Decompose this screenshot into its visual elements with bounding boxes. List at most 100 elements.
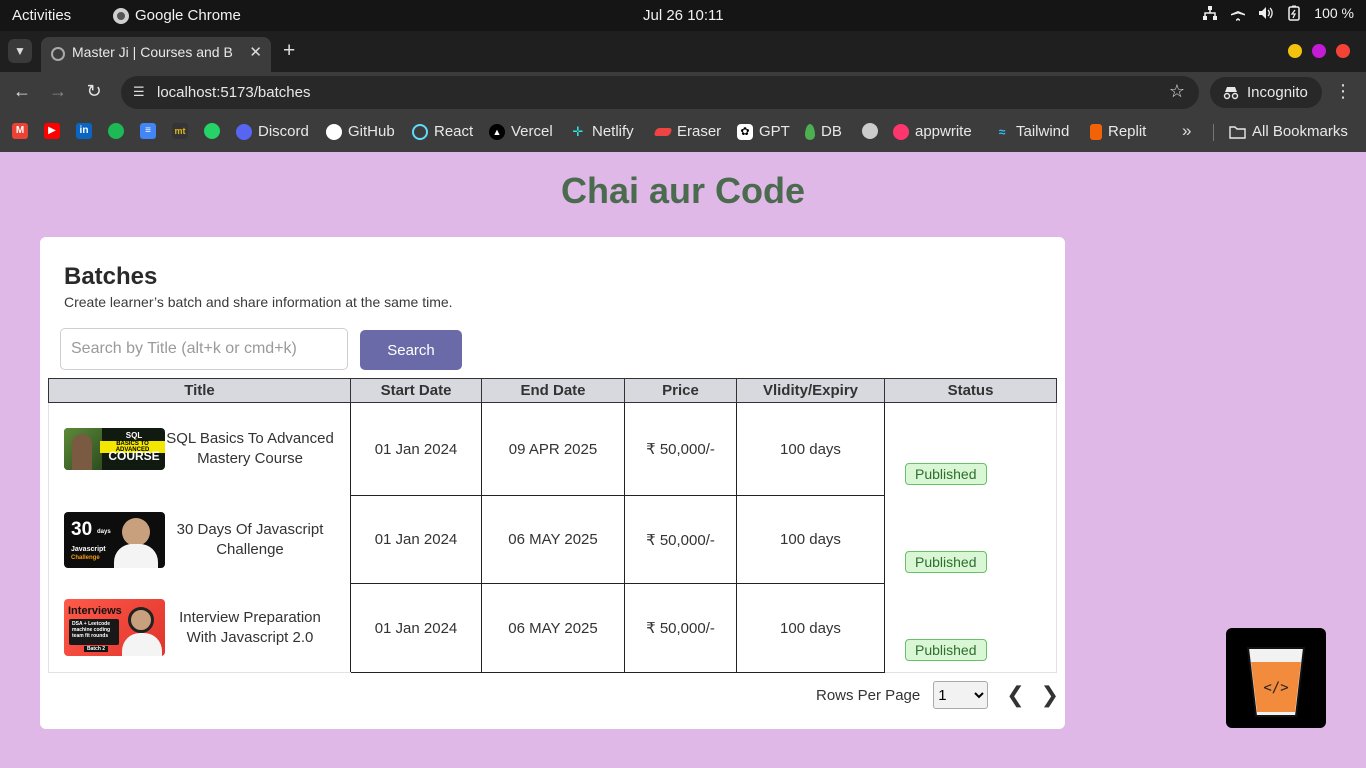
bookmark-eraser[interactable]: Eraser [653, 123, 722, 140]
title-cell: 30 days Javascript Challenge 30 Days Of … [48, 495, 351, 584]
bookmark-label: Eraser [677, 123, 722, 140]
start-date-cell: 01 Jan 2024 [350, 495, 482, 584]
column-header-title[interactable]: Title [48, 378, 351, 403]
close-window-button[interactable] [1336, 44, 1350, 58]
title-cell: SQL BASICS TO ADVANCED COURSE SQL Basics… [48, 402, 351, 496]
rows-per-page-select[interactable]: 1 [933, 681, 989, 709]
docs-bookmark[interactable]: ≡ [140, 123, 156, 139]
bookmark-star-icon[interactable]: ☆ [1169, 81, 1185, 102]
next-page-chevron-icon[interactable]: ❯ [1041, 682, 1059, 708]
start-date-cell: 01 Jan 2024 [350, 583, 482, 673]
bookmark-netlify[interactable]: ✛ Netlify [570, 123, 634, 140]
incognito-label: Incognito [1247, 84, 1308, 101]
bookmark-db[interactable]: DB [805, 123, 842, 140]
validity-cell: 100 days [736, 583, 885, 673]
validity-cell: 100 days [736, 402, 885, 496]
linkedin-icon: in [76, 123, 92, 139]
back-button[interactable]: ← [12, 81, 32, 102]
chatgpt-icon: ✿ [737, 123, 753, 140]
status-cell: Published [884, 495, 1057, 584]
column-header-start-date[interactable]: Start Date [350, 378, 482, 403]
volume-icon [1259, 7, 1274, 19]
batch-title[interactable]: Interview Preparation With Javascript 2.… [165, 608, 335, 648]
app-name: Google Chrome [135, 7, 241, 24]
address-bar[interactable]: ☰ localhost:5173/batches ☆ [121, 76, 1199, 109]
new-tab-button[interactable]: + [283, 39, 295, 63]
more-bookmarks-chevron-icon[interactable]: » [1182, 121, 1191, 141]
airplane-mode-icon [1231, 6, 1246, 21]
end-date-cell: 06 MAY 2025 [481, 495, 625, 584]
globe-icon [862, 123, 878, 139]
table-row[interactable]: SQL BASICS TO ADVANCED COURSE SQL Basics… [48, 402, 1057, 496]
all-bookmarks-folder[interactable]: All Bookmarks [1229, 123, 1348, 140]
battery-icon [1288, 5, 1301, 21]
globe-bookmark[interactable] [862, 123, 878, 139]
chrome-icon [113, 7, 129, 24]
search-input[interactable] [60, 328, 348, 370]
bookmark-appwrite[interactable]: appwrite [893, 123, 972, 140]
thumb-text: SQL [125, 431, 143, 441]
mongodb-icon [805, 123, 815, 140]
system-tray[interactable]: 100 % [1202, 5, 1354, 21]
column-header-price[interactable]: Price [624, 378, 737, 403]
minimize-button[interactable] [1288, 44, 1302, 58]
maximize-button[interactable] [1312, 44, 1326, 58]
tab-search-button[interactable]: ▼ [8, 39, 32, 63]
youtube-bookmark[interactable]: ▶ [44, 123, 60, 139]
bookmark-vercel[interactable]: ▲ Vercel [489, 123, 553, 140]
bookmark-replit[interactable]: Replit [1090, 123, 1146, 140]
batches-table: Title Start Date End Date Price Vlidity/… [48, 378, 1057, 673]
bookmark-react[interactable]: React [412, 123, 473, 140]
clock[interactable]: Jul 26 10:11 [643, 7, 724, 24]
close-tab-icon[interactable]: ✕ [249, 43, 262, 61]
spotify-bookmark[interactable] [108, 123, 124, 139]
chai-aur-code-logo[interactable]: </> [1226, 628, 1326, 728]
bookmark-discord[interactable]: Discord [236, 123, 309, 140]
incognito-icon [1223, 86, 1239, 99]
batch-title[interactable]: SQL Basics To Advanced Mastery Course [165, 429, 335, 469]
column-header-validity[interactable]: Vlidity/Expiry [736, 378, 885, 403]
thumb-text: Batch 2 [84, 646, 109, 653]
whatsapp-bookmark[interactable] [204, 123, 220, 139]
gmail-bookmark[interactable]: M [12, 123, 28, 139]
course-thumbnail[interactable]: 30 days Javascript Challenge [64, 511, 165, 568]
activities-button[interactable]: Activities [12, 7, 71, 24]
price-cell: ₹ 50,000/- [624, 583, 737, 673]
bookmarks-divider [1213, 124, 1214, 141]
bookmark-github[interactable]: GitHub [326, 123, 395, 140]
bookmark-tailwind[interactable]: ≈ Tailwind [994, 123, 1070, 140]
gmail-icon: M [12, 123, 28, 139]
forward-button[interactable]: → [48, 81, 68, 102]
bookmark-label: GitHub [348, 123, 395, 140]
course-thumbnail[interactable]: SQL BASICS TO ADVANCED COURSE [64, 428, 165, 471]
app-menu[interactable]: Google Chrome [113, 7, 241, 24]
tailwind-icon: ≈ [998, 124, 1006, 139]
discord-icon [236, 123, 252, 140]
end-date-cell: 09 APR 2025 [481, 402, 625, 496]
course-thumbnail[interactable]: Interviews DSA + Leetcode machine coding… [64, 599, 165, 657]
validity-cell: 100 days [736, 495, 885, 584]
bookmark-label: Tailwind [1016, 123, 1070, 140]
search-button[interactable]: Search [360, 330, 462, 370]
chrome-menu-icon[interactable]: ⋮ [1334, 81, 1352, 102]
folder-icon [1229, 125, 1246, 139]
monkeytype-bookmark[interactable]: mt [172, 123, 188, 139]
table-row[interactable]: 30 days Javascript Challenge 30 Days Of … [48, 495, 1057, 584]
url-text[interactable]: localhost:5173/batches [157, 84, 310, 101]
batches-card: Batches Create learner’s batch and share… [40, 237, 1065, 729]
bookmark-gpt[interactable]: ✿ GPT [737, 123, 790, 140]
bookmark-label: React [434, 123, 474, 140]
linkedin-bookmark[interactable]: in [76, 123, 92, 139]
table-row[interactable]: Interviews DSA + Leetcode machine coding… [48, 583, 1057, 673]
window-controls [1288, 44, 1350, 58]
incognito-indicator[interactable]: Incognito [1210, 77, 1322, 108]
previous-page-chevron-icon[interactable]: ❮ [1006, 682, 1024, 708]
browser-tab-active[interactable]: Master Ji | Courses and B ✕ [41, 37, 271, 72]
batch-title[interactable]: 30 Days Of Javascript Challenge [165, 520, 335, 560]
column-header-status[interactable]: Status [884, 378, 1057, 403]
column-header-end-date[interactable]: End Date [481, 378, 625, 403]
spotify-icon [108, 123, 124, 139]
site-info-icon[interactable]: ☰ [133, 84, 149, 100]
reload-button[interactable]: ↻ [84, 81, 104, 102]
thumb-text: Javascript [71, 545, 106, 553]
